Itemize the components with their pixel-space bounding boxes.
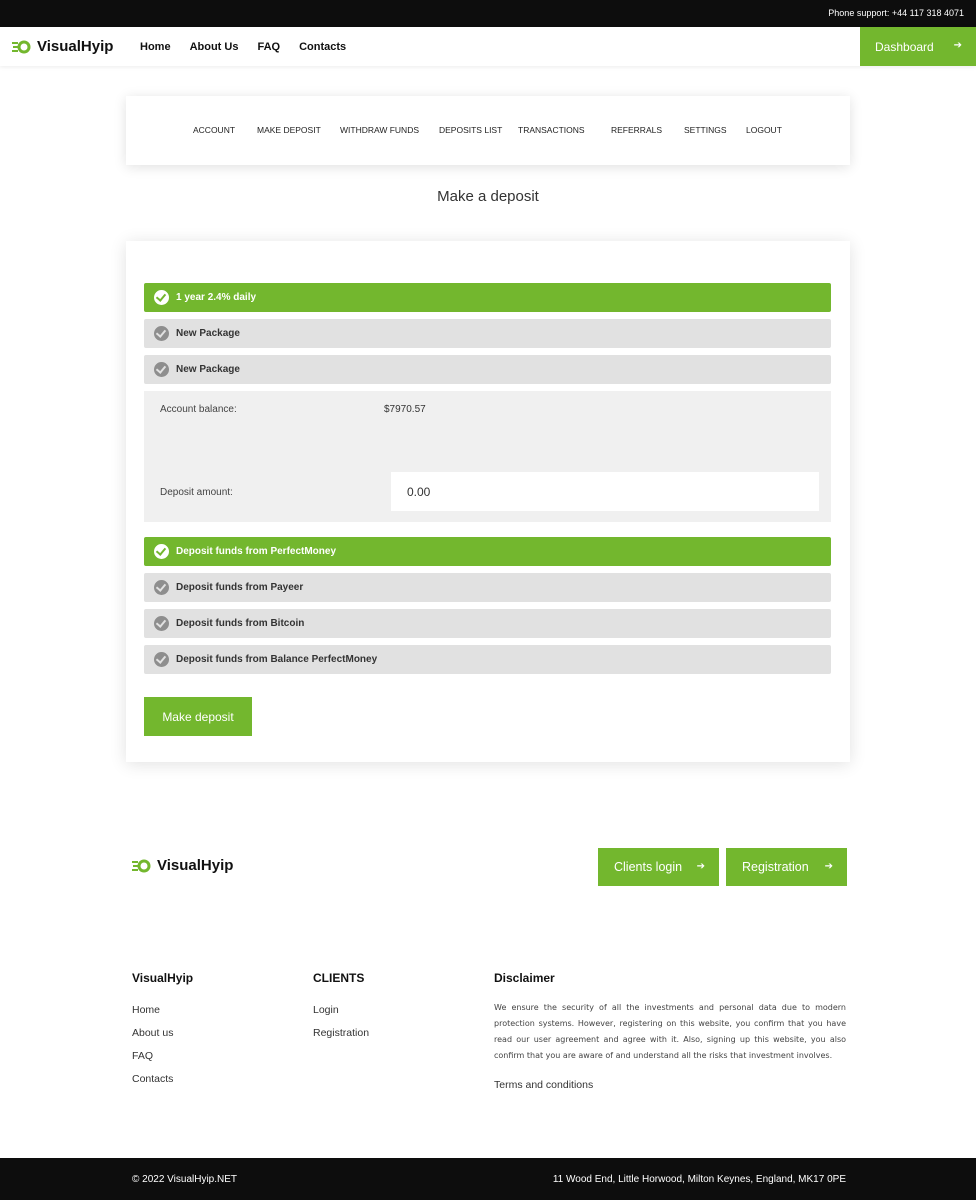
- balance-value: $7970.57: [384, 404, 426, 415]
- account-menu: ACCOUNT MAKE DEPOSIT WITHDRAW FUNDS DEPO…: [126, 96, 850, 165]
- check-circle-icon: [154, 326, 169, 341]
- dashboard-label: Dashboard: [875, 39, 934, 54]
- registration-label: Registration: [742, 860, 809, 874]
- clients-login-label: Clients login: [614, 860, 683, 874]
- logo-text: VisualHyip: [157, 857, 234, 874]
- coin-stack-icon: [132, 859, 151, 872]
- footer-link-registration[interactable]: Registration: [313, 1027, 369, 1039]
- amount-label: Deposit amount:: [160, 487, 233, 498]
- dashboard-button[interactable]: Dashboard ➔: [860, 27, 976, 66]
- terms-link[interactable]: Terms and conditions: [494, 1079, 593, 1091]
- footer-link-home[interactable]: Home: [132, 1004, 160, 1016]
- menu-referrals[interactable]: REFERRALS: [611, 125, 662, 135]
- nav-home[interactable]: Home: [140, 41, 171, 53]
- site-header: VisualHyip Home About Us FAQ Contacts Da…: [0, 27, 976, 66]
- plan-option[interactable]: New Package: [144, 355, 831, 384]
- arrow-right-icon: ➔: [824, 861, 833, 872]
- nav-contacts[interactable]: Contacts: [299, 41, 346, 53]
- arrow-right-icon: ➔: [696, 861, 705, 872]
- check-circle-icon: [154, 544, 169, 559]
- logo-text: VisualHyip: [37, 38, 114, 55]
- payment-label: Deposit funds from Bitcoin: [176, 618, 305, 629]
- menu-logout[interactable]: LOGOUT: [746, 125, 782, 135]
- footer-col-title: CLIENTS: [313, 971, 365, 985]
- menu-withdraw-funds[interactable]: WITHDRAW FUNDS: [340, 125, 419, 135]
- nav-faq[interactable]: FAQ: [257, 41, 280, 53]
- menu-transactions[interactable]: TRANSACTIONS: [518, 125, 585, 135]
- footer-link-faq[interactable]: FAQ: [132, 1050, 153, 1062]
- coin-stack-icon: [12, 40, 31, 53]
- copyright: © 2022 VisualHyip.NET: [132, 1174, 238, 1185]
- footer-link-about-us[interactable]: About us: [132, 1027, 173, 1039]
- check-circle-icon: [154, 290, 169, 305]
- payment-option[interactable]: Deposit funds from Bitcoin: [144, 609, 831, 638]
- menu-deposits-list[interactable]: DEPOSITS LIST: [439, 125, 502, 135]
- footer-link-contacts[interactable]: Contacts: [132, 1073, 173, 1085]
- disclaimer-text: We ensure the security of all the invest…: [494, 1003, 846, 1060]
- bottom-bar: © 2022 VisualHyip.NET 11 Wood End, Littl…: [0, 1158, 976, 1200]
- top-bar: Phone support: +44 117 318 4071: [0, 0, 976, 27]
- arrow-right-icon: ➔: [953, 40, 962, 51]
- footer-col-title: Disclaimer: [494, 971, 555, 985]
- plan-option[interactable]: New Package: [144, 319, 831, 348]
- payment-option[interactable]: Deposit funds from Balance PerfectMoney: [144, 645, 831, 674]
- plan-option[interactable]: 1 year 2.4% daily: [144, 283, 831, 312]
- check-circle-icon: [154, 616, 169, 631]
- nav-about-us[interactable]: About Us: [190, 41, 239, 53]
- footer-link-login[interactable]: Login: [313, 1004, 339, 1016]
- deposit-details: Account balance: $7970.57 Deposit amount…: [144, 391, 831, 522]
- address: 11 Wood End, Little Horwood, Milton Keyn…: [552, 1174, 846, 1185]
- phone-support: Phone support: +44 117 318 4071: [828, 8, 964, 18]
- main-nav: Home About Us FAQ Contacts: [140, 41, 365, 53]
- check-circle-icon: [154, 362, 169, 377]
- footer-col-title: VisualHyip: [132, 971, 194, 985]
- check-circle-icon: [154, 652, 169, 667]
- payment-label: Deposit funds from PerfectMoney: [176, 546, 337, 557]
- check-circle-icon: [154, 580, 169, 595]
- menu-account[interactable]: ACCOUNT: [193, 125, 235, 135]
- payment-option[interactable]: Deposit funds from PerfectMoney: [144, 537, 831, 566]
- clients-login-button[interactable]: Clients login ➔: [598, 848, 719, 886]
- payment-label: Deposit funds from Payeer: [176, 582, 304, 593]
- make-deposit-button[interactable]: Make deposit: [144, 697, 252, 736]
- menu-make-deposit[interactable]: MAKE DEPOSIT: [257, 125, 321, 135]
- plan-label: 1 year 2.4% daily: [176, 292, 257, 303]
- header-logo[interactable]: VisualHyip: [12, 38, 113, 55]
- payment-option[interactable]: Deposit funds from Payeer: [144, 573, 831, 602]
- plan-label: New Package: [176, 364, 240, 375]
- payment-label: Deposit funds from Balance PerfectMoney: [176, 654, 378, 665]
- deposit-card: 1 year 2.4% daily New Package New Packag…: [126, 241, 850, 762]
- registration-button[interactable]: Registration ➔: [726, 848, 847, 886]
- plan-label: New Package: [176, 328, 240, 339]
- menu-settings[interactable]: SETTINGS: [684, 125, 727, 135]
- balance-label: Account balance:: [160, 404, 237, 415]
- footer-logo[interactable]: VisualHyip: [132, 857, 233, 874]
- footer: VisualHyip Clients login ➔ Registration …: [0, 820, 976, 1160]
- page-title: Make a deposit: [437, 188, 539, 205]
- deposit-amount-input[interactable]: [391, 472, 819, 511]
